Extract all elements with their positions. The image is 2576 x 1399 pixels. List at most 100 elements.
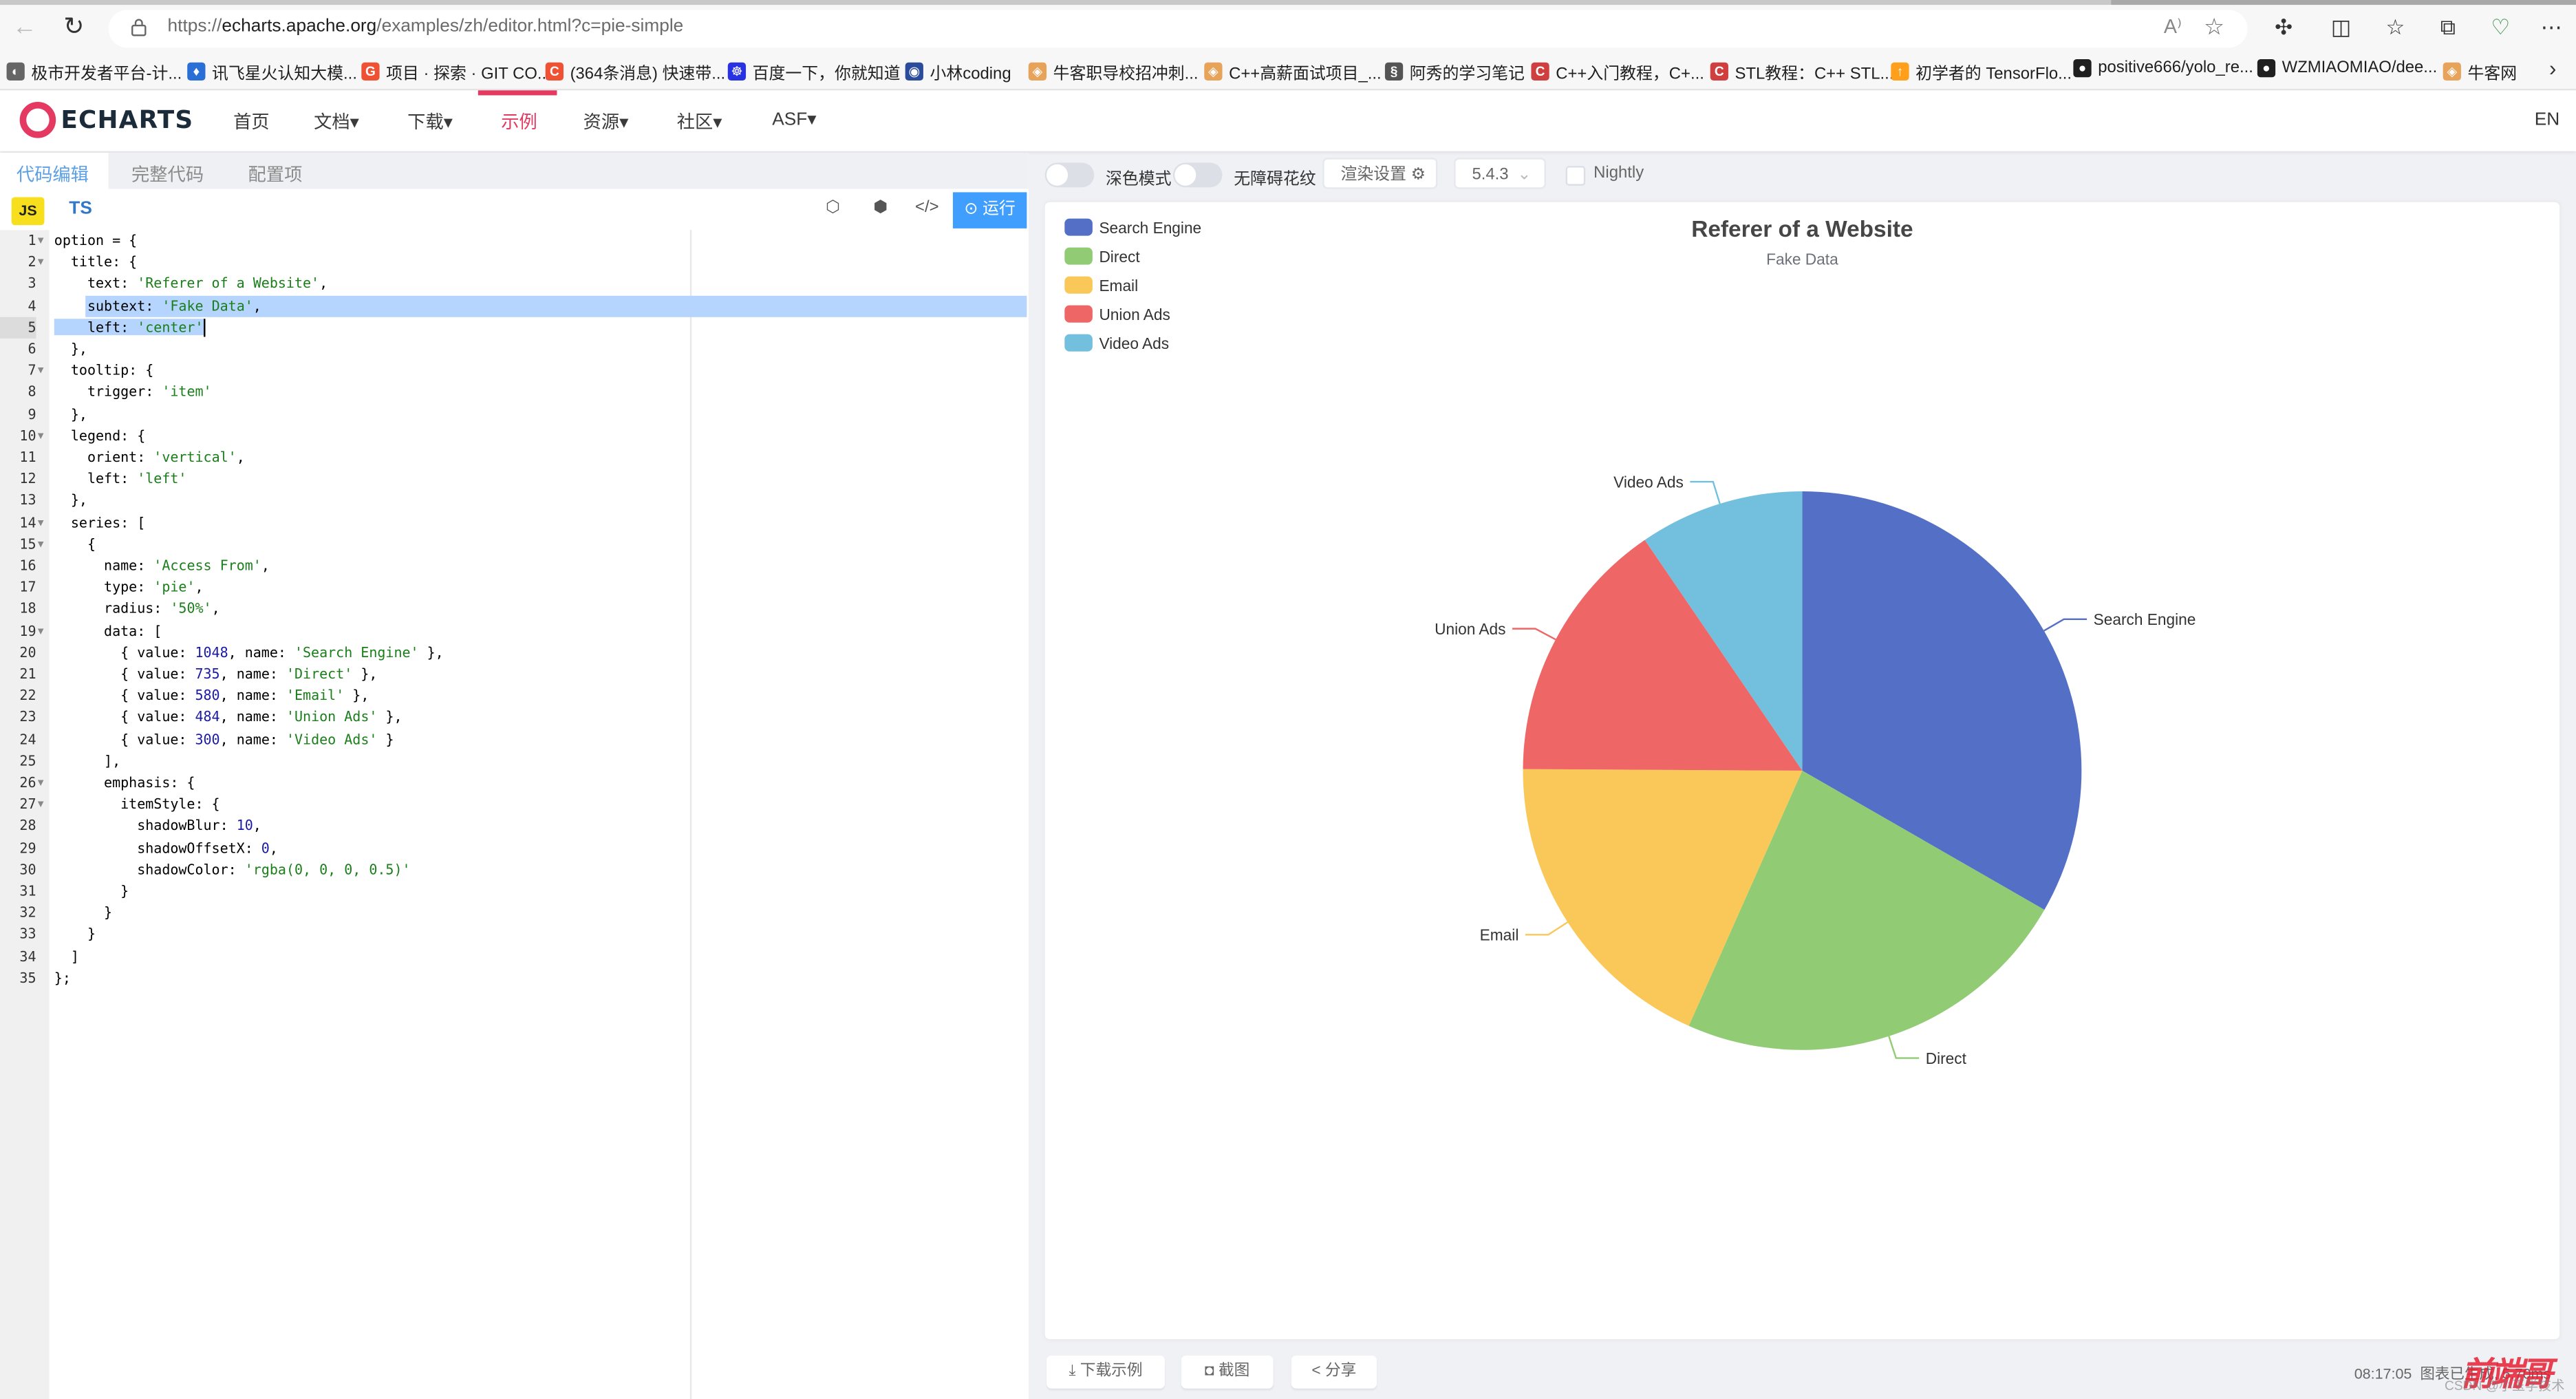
code-editor[interactable]: 1 ▼ option = {2 ▼ title: {3 text: 'Referer … — [0, 230, 1029, 1399]
extensions-icon[interactable]: ✣ — [2271, 14, 2297, 41]
code-line[interactable]: 28 shadowBlur: 10, — [0, 815, 1029, 837]
code-line[interactable]: 5 left: 'center' — [0, 317, 1029, 339]
bookmark-item[interactable]: C STL教程：C++ STL... — [1710, 59, 1893, 84]
run-button[interactable]: ⊙ 运行 — [952, 192, 1027, 228]
code-line[interactable]: 23 { value: 484, name: 'Union Ads' }, — [0, 707, 1029, 729]
echarts-logo[interactable]: ECHARTS — [19, 102, 194, 138]
aria-decal-toggle[interactable] — [1172, 162, 1223, 188]
collections-icon[interactable]: ⧉ — [2435, 14, 2461, 41]
nav-menu-item[interactable]: 示例 — [501, 109, 537, 135]
code-line[interactable]: 15 ▼ { — [0, 534, 1029, 555]
code-line[interactable]: 12 left: 'left' — [0, 469, 1029, 490]
code-line[interactable]: 32 } — [0, 902, 1029, 923]
favorite-star-icon[interactable]: ☆ — [2204, 13, 2224, 41]
code-line[interactable]: 17 type: 'pie', — [0, 577, 1029, 599]
bookmark-item[interactable]: § 阿秀的学习笔记 — [1384, 59, 1525, 84]
code-format-icon[interactable]: </> — [915, 197, 939, 220]
share-button[interactable]: < 分享 — [1291, 1355, 1377, 1389]
pie-chart[interactable]: Referer of a Website Fake Data Search En… — [1045, 202, 2560, 1339]
code-line[interactable]: 26 ▼ emphasis: { — [0, 772, 1029, 793]
legend-swatch[interactable] — [1064, 276, 1093, 294]
nav-menu-item[interactable]: 文档▾ — [314, 109, 359, 135]
code-line[interactable]: 3 text: 'Referer of a Website', — [0, 273, 1029, 295]
fold-arrow-icon[interactable]: ▼ — [38, 360, 44, 382]
fold-arrow-icon[interactable]: ▼ — [38, 512, 44, 534]
bookmark-item[interactable]: ◈ 牛客网 — [2443, 59, 2517, 84]
code-line[interactable]: 33 } — [0, 924, 1029, 946]
nav-menu-item[interactable]: 下载▾ — [407, 109, 453, 135]
legend-item-label[interactable]: Email — [1099, 277, 1138, 295]
read-aloud-icon[interactable]: A⁾ — [2164, 14, 2182, 37]
bookmark-item[interactable]: ↑ 初学者的 TensorFlo... — [1891, 59, 2072, 84]
bookmark-item[interactable]: ◐ 极市开发者平台-计... — [6, 59, 182, 84]
code-line[interactable]: 11 orient: 'vertical', — [0, 447, 1029, 468]
code-line[interactable]: 19 ▼ data: [ — [0, 621, 1029, 642]
code-line[interactable]: 16 name: 'Access From', — [0, 555, 1029, 577]
bookmark-item[interactable]: ♦ 讯飞星火认知大模... — [187, 59, 357, 84]
code-line[interactable]: 4 subtext: 'Fake Data', — [0, 295, 1029, 317]
code-line[interactable]: 6 }, — [0, 339, 1029, 360]
bookmark-item[interactable]: G 项目 · 探索 · GIT CO... — [361, 59, 551, 84]
bookmark-item[interactable]: ◈ 牛客职导校招冲刺... — [1028, 59, 1199, 84]
code-line[interactable]: 20 { value: 1048, name: 'Search Engine' … — [0, 642, 1029, 663]
bookmark-item[interactable]: C C++入门教程，C+... — [1531, 59, 1704, 84]
code-line[interactable]: 14 ▼ series: [ — [0, 512, 1029, 533]
js-language-tab[interactable]: JS — [11, 197, 45, 226]
code-line[interactable]: 18 radius: '50%', — [0, 599, 1029, 620]
code-line[interactable]: 30 shadowColor: 'rgba(0, 0, 0, 0.5)' — [0, 859, 1029, 880]
nav-menu-item[interactable]: 资源▾ — [583, 109, 629, 135]
code-line[interactable]: 35}; — [0, 968, 1029, 989]
bookmarks-overflow-icon[interactable]: › — [2549, 56, 2556, 81]
codesandbox-icon[interactable]: ⬢ — [869, 197, 892, 220]
bookmark-item[interactable]: C (364条消息) 快速带... — [545, 59, 725, 84]
bookmark-item[interactable]: ◈ C++高薪面试项目_... — [1204, 59, 1382, 84]
nav-menu-item[interactable]: 社区▾ — [677, 109, 722, 135]
tab-options[interactable]: 配置项 — [248, 161, 303, 187]
screenshot-button[interactable]: ◘ 截图 — [1181, 1355, 1274, 1389]
code-line[interactable]: 29 shadowOffsetX: 0, — [0, 837, 1029, 859]
legend-swatch[interactable] — [1064, 247, 1093, 265]
code-line[interactable]: 21 { value: 735, name: 'Direct' }, — [0, 664, 1029, 685]
legend-item-label[interactable]: Direct — [1099, 248, 1140, 266]
url-text[interactable]: https://echarts.apache.org/examples/zh/e… — [168, 17, 684, 36]
fold-arrow-icon[interactable]: ▼ — [38, 230, 44, 252]
nav-menu-item[interactable]: 首页 — [233, 109, 270, 135]
codepen-icon[interactable]: ⬡ — [822, 197, 844, 220]
nightly-checkbox[interactable] — [1565, 166, 1586, 186]
fold-arrow-icon[interactable]: ▼ — [38, 534, 44, 556]
fold-arrow-icon[interactable]: ▼ — [38, 425, 44, 447]
favorites-icon[interactable]: ☆ — [2382, 14, 2408, 41]
code-line[interactable]: 10 ▼ legend: { — [0, 425, 1029, 447]
more-menu-icon[interactable]: ⋯ — [2538, 14, 2564, 41]
legend-item-label[interactable]: Union Ads — [1099, 306, 1170, 323]
back-arrow-icon[interactable]: ← — [10, 13, 39, 43]
tab-full-code[interactable]: 完整代码 — [131, 161, 204, 187]
bookmark-item[interactable]: ● positive666/yolo_re... — [2073, 58, 2253, 78]
bookmark-item[interactable]: ◉ 小林coding — [905, 59, 1011, 84]
chart-container[interactable]: Referer of a Website Fake Data Search En… — [1044, 202, 2560, 1340]
code-line[interactable]: 34 ] — [0, 946, 1029, 967]
browser-health-icon[interactable]: ♡ — [2487, 14, 2513, 41]
code-line[interactable]: 9 }, — [0, 403, 1029, 425]
ts-language-tab[interactable]: TS — [69, 199, 92, 219]
nav-menu-item[interactable]: ASF▾ — [772, 109, 816, 130]
fold-arrow-icon[interactable]: ▼ — [38, 794, 44, 816]
tab-code-edit[interactable]: 代码编辑 — [17, 161, 89, 187]
code-line[interactable]: 7 ▼ tooltip: { — [0, 360, 1029, 381]
code-line[interactable]: 24 { value: 300, name: 'Video Ads' } — [0, 729, 1029, 750]
legend-item-label[interactable]: Video Ads — [1099, 334, 1169, 352]
refresh-icon[interactable]: ↻ — [59, 13, 89, 43]
code-line[interactable]: 31 } — [0, 881, 1029, 902]
dark-mode-toggle[interactable] — [1044, 162, 1095, 188]
legend-swatch[interactable] — [1064, 218, 1093, 236]
legend-swatch[interactable] — [1064, 305, 1093, 323]
fold-arrow-icon[interactable]: ▼ — [38, 772, 44, 794]
language-switch[interactable]: EN — [2535, 110, 2559, 130]
code-line[interactable]: 13 }, — [0, 490, 1029, 511]
legend-item-label[interactable]: Search Engine — [1099, 219, 1201, 237]
version-select[interactable]: 5.4.3 ⌄ — [1454, 158, 1546, 189]
code-line[interactable]: 8 trigger: 'item' — [0, 382, 1029, 403]
code-line[interactable]: 22 { value: 580, name: 'Email' }, — [0, 685, 1029, 707]
code-line[interactable]: 27 ▼ itemStyle: { — [0, 794, 1029, 815]
split-screen-icon[interactable]: ◫ — [2328, 14, 2354, 41]
